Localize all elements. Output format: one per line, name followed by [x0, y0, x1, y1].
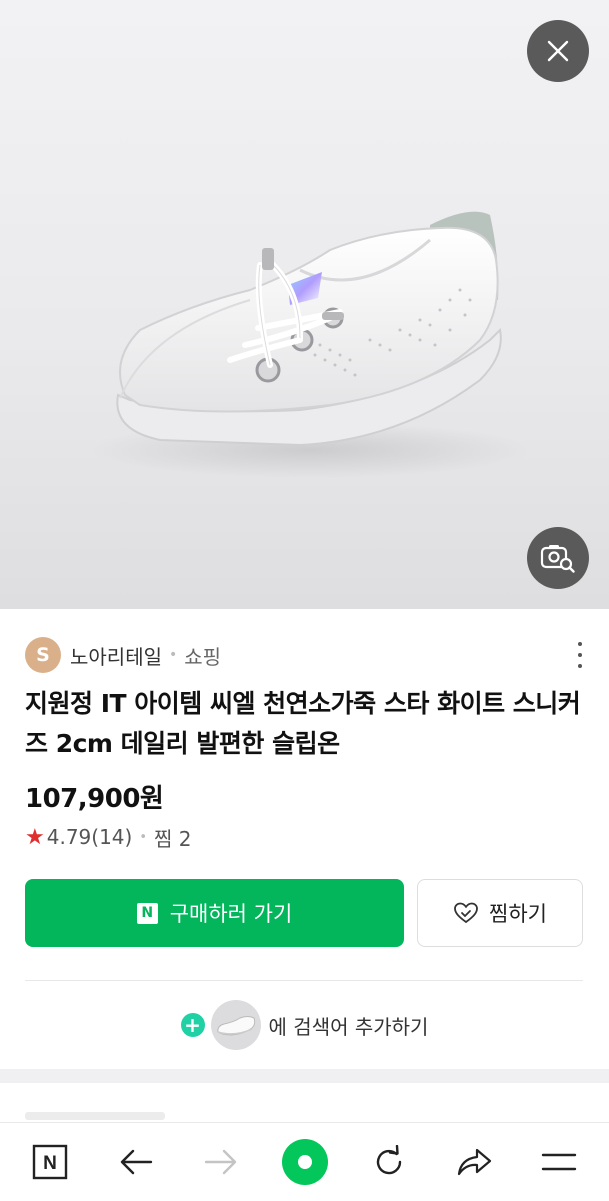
buy-button-label: 구매하러 가기 [169, 902, 293, 926]
close-button[interactable] [527, 20, 589, 82]
product-thumbnail [210, 1000, 261, 1050]
next-section-peek [25, 1112, 165, 1120]
sneaker-image [90, 211, 530, 478]
home-dot-icon [282, 1139, 328, 1185]
star-icon: ★ [25, 824, 45, 850]
back-icon [120, 1149, 153, 1175]
image-search-button[interactable] [527, 527, 589, 589]
more-vertical-icon[interactable] [575, 642, 585, 668]
menu-icon [541, 1153, 577, 1171]
refresh-button[interactable] [354, 1123, 424, 1201]
close-icon [547, 40, 569, 62]
seller-category: 쇼핑 [184, 644, 222, 669]
seller-name[interactable]: 노아리테일 [70, 641, 162, 670]
heart-icon [454, 902, 478, 924]
forward-icon [204, 1149, 237, 1175]
image-search-icon [540, 545, 575, 573]
forward-button[interactable] [186, 1123, 256, 1201]
rating-row[interactable]: ★ 4.79 (14) • 찜 2 [25, 822, 191, 852]
product-image[interactable] [0, 0, 609, 609]
browser-bottom-bar: N [0, 1122, 609, 1200]
plus-icon: + [180, 1013, 205, 1037]
refresh-icon [376, 1145, 402, 1175]
product-title: 지원정 IT 아이템 씨엘 천연소가죽 스타 화이트 스니커즈 2cm 데일리 … [25, 689, 581, 758]
menu-button[interactable] [524, 1123, 594, 1201]
wish-button[interactable]: 찜하기 [417, 879, 583, 947]
seller-avatar[interactable]: S [25, 637, 61, 673]
review-count: (14) [91, 825, 133, 849]
add-keyword-label: 에 검색어 추가하기 [268, 1014, 429, 1039]
back-button[interactable] [101, 1123, 171, 1201]
naver-home-icon: N [32, 1144, 68, 1180]
green-dot-button[interactable] [270, 1123, 340, 1201]
home-letter: N [43, 1153, 57, 1174]
section-separator [0, 1069, 609, 1083]
separator-dot: • [169, 647, 178, 663]
share-icon [457, 1148, 492, 1176]
rating-value: 4.79 [46, 825, 92, 849]
wish-button-label: 찜하기 [489, 902, 547, 926]
separator-dot: • [139, 829, 147, 845]
divider [25, 980, 583, 981]
buy-button[interactable]: N 구매하러 가기 [25, 879, 404, 947]
add-search-keyword[interactable]: + 에 검색어 추가하기 [0, 998, 609, 1052]
product-price: 107,900원 [25, 784, 164, 814]
share-button[interactable] [439, 1123, 509, 1201]
seller-row: S 노아리테일 • 쇼핑 [25, 636, 585, 674]
sneaker-thumbnail-icon [216, 1016, 255, 1036]
naver-n-icon: N [136, 902, 158, 924]
wish-count: 찜 2 [154, 826, 192, 851]
home-button[interactable]: N [15, 1123, 85, 1201]
